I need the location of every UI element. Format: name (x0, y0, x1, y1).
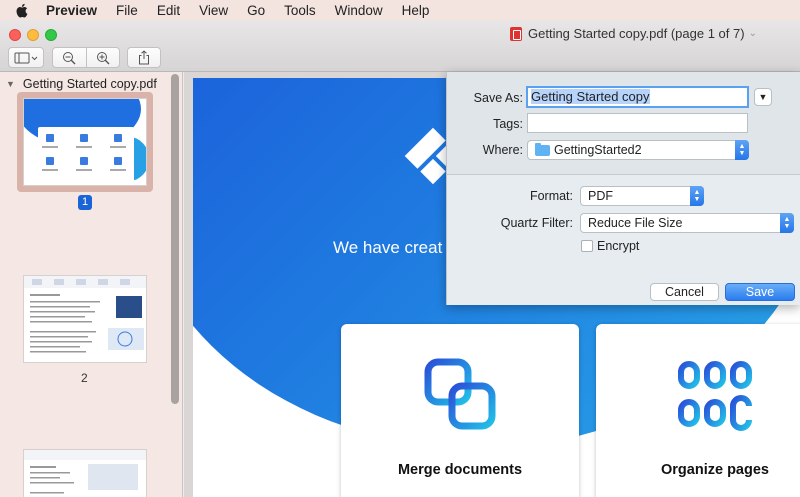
thumbnail-3-preview (24, 450, 146, 494)
merge-documents-label: Merge documents (397, 462, 523, 478)
merge-documents-card[interactable]: Merge documents (341, 324, 579, 497)
sidebar-icon (14, 52, 38, 63)
page-thumbnail-3[interactable] (23, 449, 147, 497)
tags-field[interactable] (527, 113, 748, 133)
minimize-window-button[interactable] (27, 29, 39, 41)
popup-arrows-icon: ▲ ▼ (690, 186, 704, 206)
where-popup[interactable]: GettingStarted2 ▲ ▼ (527, 140, 749, 160)
menu-view[interactable]: View (199, 3, 228, 18)
quartz-filter-value: Reduce File Size (588, 216, 683, 230)
encrypt-label[interactable]: Encrypt (597, 239, 639, 253)
format-popup[interactable]: PDF ▲ ▼ (580, 186, 704, 206)
fullscreen-window-button[interactable] (45, 29, 57, 41)
where-value: GettingStarted2 (554, 143, 642, 157)
format-label: Format: (529, 189, 573, 203)
zoom-controls (52, 47, 120, 68)
format-value: PDF (588, 189, 613, 203)
menu-window[interactable]: Window (335, 3, 383, 18)
sidebar-scrollbar[interactable] (171, 74, 179, 404)
organize-pages-label: Organize pages (661, 462, 769, 478)
sidebar-document-header[interactable]: ▼ Getting Started copy.pdf (6, 77, 157, 91)
save-as-label: Save As: (473, 91, 523, 105)
popup-arrows-icon: ▲ ▼ (780, 213, 794, 233)
save-as-field[interactable]: Getting Started copy (526, 86, 749, 108)
organize-icon (678, 361, 752, 431)
menu-tools[interactable]: Tools (284, 3, 316, 18)
menu-file[interactable]: File (116, 3, 138, 18)
quartz-filter-label: Quartz Filter: (500, 216, 573, 230)
chevron-down-icon: ⌄ (748, 28, 757, 39)
page-thumbnail-1[interactable] (23, 98, 147, 186)
menu-edit[interactable]: Edit (157, 3, 180, 18)
quartz-filter-popup[interactable]: Reduce File Size ▲ ▼ (580, 213, 794, 233)
save-dialog: Save As: Getting Started copy ▼ Tags: Wh… (446, 72, 800, 305)
zoom-in-button[interactable] (86, 48, 119, 67)
tags-label: Tags: (493, 117, 523, 131)
where-label: Where: (482, 143, 523, 157)
share-icon (139, 50, 149, 65)
zoom-out-icon (63, 51, 76, 64)
zoom-in-icon (96, 51, 110, 64)
folder-icon (535, 142, 550, 156)
window-title-text: Getting Started copy.pdf (page 1 of 7) (528, 26, 745, 41)
close-window-button[interactable] (9, 29, 21, 41)
menu-bar: Preview File Edit View Go Tools Window H… (0, 0, 800, 20)
save-button[interactable]: Save (725, 283, 795, 301)
disclosure-triangle-icon[interactable]: ▼ (6, 79, 15, 89)
menu-help[interactable]: Help (402, 3, 430, 18)
chevron-down-icon: ▼ (758, 92, 768, 102)
expand-dialog-button[interactable]: ▼ (754, 88, 772, 106)
thumbnail-2-preview (24, 276, 146, 353)
thumbnail-1-preview (24, 99, 146, 183)
menu-go[interactable]: Go (247, 3, 265, 18)
menu-app-preview[interactable]: Preview (46, 3, 97, 18)
share-button[interactable] (127, 47, 161, 68)
cancel-button[interactable]: Cancel (650, 283, 719, 301)
popup-arrows-icon: ▲ ▼ (735, 140, 749, 160)
thumbnail-sidebar: ▼ Getting Started copy.pdf 1 2 (0, 72, 183, 497)
page-number-2: 2 (81, 371, 88, 385)
sidebar-document-name: Getting Started copy.pdf (22, 77, 157, 91)
merge-icon (424, 358, 496, 430)
page-number-1: 1 (78, 195, 92, 210)
save-as-value: Getting Started copy (531, 89, 650, 104)
hero-text: We have creat (333, 238, 443, 257)
page-thumbnail-2[interactable] (23, 275, 147, 363)
encrypt-checkbox[interactable] (581, 240, 593, 252)
pdf-icon (510, 26, 522, 41)
organize-pages-card[interactable]: Organize pages (596, 324, 800, 497)
zoom-out-button[interactable] (53, 48, 86, 67)
window-title[interactable]: Getting Started copy.pdf (page 1 of 7) ⌄ (510, 26, 757, 41)
apple-icon[interactable] (14, 3, 28, 18)
window-titlebar: Getting Started copy.pdf (page 1 of 7) ⌄ (0, 20, 800, 72)
sidebar-view-button[interactable] (8, 47, 44, 68)
